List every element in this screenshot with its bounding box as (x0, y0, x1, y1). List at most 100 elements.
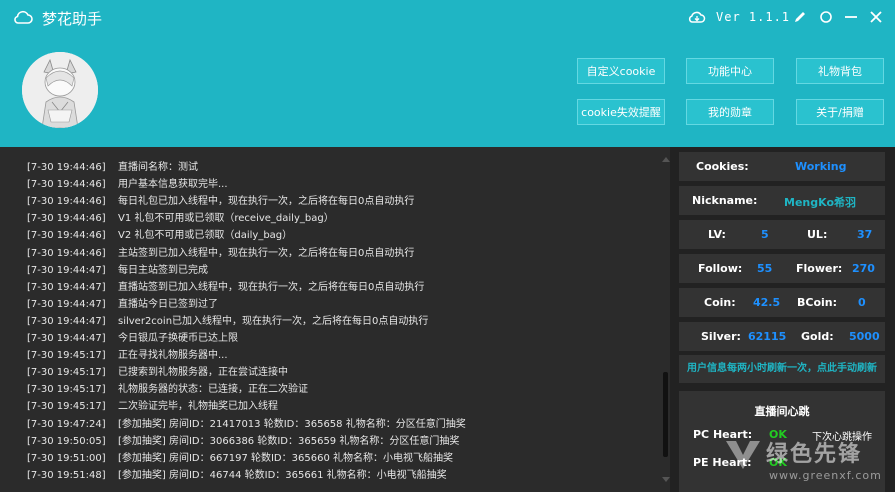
log-line: [7-30 19:45:17] 已搜索到礼物服务器，正在尝试连接中 (27, 363, 288, 378)
scroll-up-arrow-icon[interactable] (662, 157, 670, 162)
edit-icon[interactable] (792, 9, 808, 25)
gift-bag-button[interactable]: 礼物背包 (796, 58, 884, 84)
log-line: [7-30 19:44:46] 每日礼包已加入线程中，现在执行一次，之后将在每日0… (27, 192, 414, 207)
watermark-logo-icon (726, 441, 760, 469)
coin-card: Coin: 42.5 BCoin: 0 (679, 288, 885, 317)
close-icon[interactable] (868, 9, 884, 25)
my-medals-button[interactable]: 我的勋章 (686, 99, 774, 125)
log-line: [7-30 19:44:46] 用户基本信息获取完毕... (27, 175, 228, 190)
log-line: [7-30 19:44:47] 每日主站签到已完成 (27, 261, 208, 276)
log-line: [7-30 19:44:47] 今日银瓜子换硬币已达上限 (27, 329, 238, 344)
bcoin-value: 0 (858, 296, 866, 309)
level-card: LV: 5 UL: 37 (679, 220, 885, 249)
bcoin-label: BCoin: (797, 296, 838, 309)
log-message: 每日主站签到已完成 (118, 264, 208, 276)
nickname-card: Nickname: MengKo希羽 (679, 186, 885, 215)
flower-label: Flower: (796, 262, 843, 275)
log-line: [7-30 19:44:47] 直播站今日已签到过了 (27, 295, 218, 310)
log-message: 直播站签到已加入线程中，现在执行一次，之后将在每日0点自动执行 (118, 281, 425, 293)
log-message: 正在寻找礼物服务器中... (118, 350, 228, 362)
log-message: [参加抽奖] 房间ID：21417013 轮数ID：365658 礼物名称：分区… (118, 418, 466, 430)
gold-value: 5000 (849, 330, 880, 343)
cookie-expiry-alert-button[interactable]: cookie失效提醒 (577, 99, 665, 125)
log-timestamp: [7-30 19:45:17] (27, 384, 106, 396)
scrollbar-thumb[interactable] (663, 372, 668, 457)
function-center-button[interactable]: 功能中心 (686, 58, 774, 84)
minimize-icon[interactable] (843, 9, 859, 25)
log-line: [7-30 19:44:46] 直播间名称：测试 (27, 158, 198, 173)
log-timestamp: [7-30 19:51:00] (27, 452, 106, 464)
follow-flower-card: Follow: 55 Flower: 270 (679, 254, 885, 283)
user-avatar[interactable] (22, 52, 98, 128)
log-message: 二次验证完毕，礼物抽奖已加入线程 (118, 401, 278, 413)
gold-label: Gold: (801, 330, 834, 343)
log-timestamp: [7-30 19:44:47] (27, 315, 106, 327)
app-title: 梦花助手 (42, 10, 103, 28)
cookies-status-card: Cookies: Working (679, 152, 885, 181)
log-timestamp: [7-30 19:44:47] (27, 281, 106, 293)
log-timestamp: [7-30 19:50:05] (27, 435, 106, 447)
log-line: [7-30 19:44:46] V2 礼包不可用或已领取（daily_bag） (27, 226, 292, 241)
version-label: Ver 1.1.1 (716, 10, 791, 24)
nickname-value: MengKo希羽 (784, 196, 856, 209)
log-message: 用户基本信息获取完毕... (118, 179, 228, 191)
log-timestamp: [7-30 19:51:48] (27, 469, 106, 481)
log-message: 直播间名称：测试 (118, 162, 198, 173)
log-timestamp: [7-30 19:44:46] (27, 196, 106, 208)
log-line: [7-30 19:44:47] 直播站签到已加入线程中，现在执行一次，之后将在每日… (27, 278, 424, 293)
log-line: [7-30 19:44:47] silver2coin已加入线程中，现在执行一次，… (27, 312, 428, 327)
title-bar: 梦花助手 Ver 1.1.1 (0, 0, 895, 36)
log-timestamp: [7-30 19:44:46] (27, 213, 106, 225)
log-message: 主站签到已加入线程中，现在执行一次，之后将在每日0点自动执行 (118, 247, 415, 259)
cookies-label: Cookies: (696, 160, 749, 173)
log-message: 已搜索到礼物服务器，正在尝试连接中 (118, 367, 288, 379)
follow-value: 55 (757, 262, 773, 275)
cloud-logo-icon (14, 10, 33, 24)
manual-refresh-button[interactable]: 用户信息每两小时刷新一次，点此手动刷新 (679, 355, 885, 383)
silver-gold-card: Silver: 62115 Gold: 5000 (679, 322, 885, 351)
log-message: [参加抽奖] 房间ID：46744 轮数ID：365661 礼物名称：小电视飞船… (118, 469, 447, 481)
log-line: [7-30 19:45:17] 正在寻找礼物服务器中... (27, 346, 228, 361)
follow-label: Follow: (698, 262, 743, 275)
log-line: [7-30 19:51:00] [参加抽奖] 房间ID：667197 轮数ID：3… (27, 449, 453, 464)
avatar-illustration (22, 52, 98, 128)
log-line: [7-30 19:44:46] V1 礼包不可用或已领取（receive_dail… (27, 209, 334, 224)
log-line: [7-30 19:50:05] [参加抽奖] 房间ID：3066386 轮数ID：… (27, 432, 459, 447)
custom-cookie-button[interactable]: 自定义cookie (577, 58, 665, 84)
log-timestamp: [7-30 19:47:24] (27, 418, 106, 430)
log-message: 礼物服务器的状态：已连接，正在二次验证 (118, 384, 308, 396)
log-timestamp: [7-30 19:44:46] (27, 179, 106, 191)
log-timestamp: [7-30 19:44:47] (27, 298, 106, 310)
cookies-value: Working (795, 160, 847, 173)
watermark-url: www.greenxf.com (769, 469, 882, 482)
heartbeat-title: 直播间心跳 (754, 405, 810, 418)
log-timestamp: [7-30 19:44:47] (27, 333, 106, 344)
circle-settings-icon[interactable] (818, 9, 834, 25)
log-timestamp: [7-30 19:44:46] (27, 230, 106, 242)
ul-label: UL: (807, 228, 828, 241)
ul-value: 37 (857, 228, 873, 241)
about-donate-button[interactable]: 关于/捐赠 (796, 99, 884, 125)
coin-label: Coin: (704, 296, 736, 309)
nickname-label: Nickname: (692, 194, 758, 207)
log-timestamp: [7-30 19:44:46] (27, 247, 106, 259)
silver-value: 62115 (748, 330, 787, 343)
cloud-download-icon[interactable] (688, 10, 706, 24)
coin-value: 42.5 (753, 296, 781, 309)
log-timestamp: [7-30 19:44:46] (27, 162, 106, 173)
log-message: silver2coin已加入线程中，现在执行一次，之后将在每日0点自动执行 (118, 315, 429, 327)
log-timestamp: [7-30 19:45:17] (27, 401, 106, 413)
log-timestamp: [7-30 19:45:17] (27, 367, 106, 379)
log-scrollbar[interactable] (662, 157, 670, 482)
scroll-down-arrow-icon[interactable] (662, 477, 670, 482)
log-message: [参加抽奖] 房间ID：3066386 轮数ID：365659 礼物名称：分区任… (118, 435, 460, 447)
log-line: [7-30 19:45:17] 礼物服务器的状态：已连接，正在二次验证 (27, 380, 308, 395)
log-line: [7-30 19:47:24] [参加抽奖] 房间ID：21417013 轮数ID… (27, 415, 466, 430)
log-message: [参加抽奖] 房间ID：667197 轮数ID：365660 礼物名称：小电视飞… (118, 452, 453, 464)
log-message: 今日银瓜子换硬币已达上限 (118, 333, 238, 344)
log-message: V2 礼包不可用或已领取（daily_bag） (118, 230, 293, 242)
lv-label: LV: (708, 228, 726, 241)
log-message: 每日礼包已加入线程中，现在执行一次，之后将在每日0点自动执行 (118, 196, 415, 208)
log-timestamp: [7-30 19:45:17] (27, 350, 106, 362)
log-message: V1 礼包不可用或已领取（receive_daily_bag） (118, 213, 334, 225)
